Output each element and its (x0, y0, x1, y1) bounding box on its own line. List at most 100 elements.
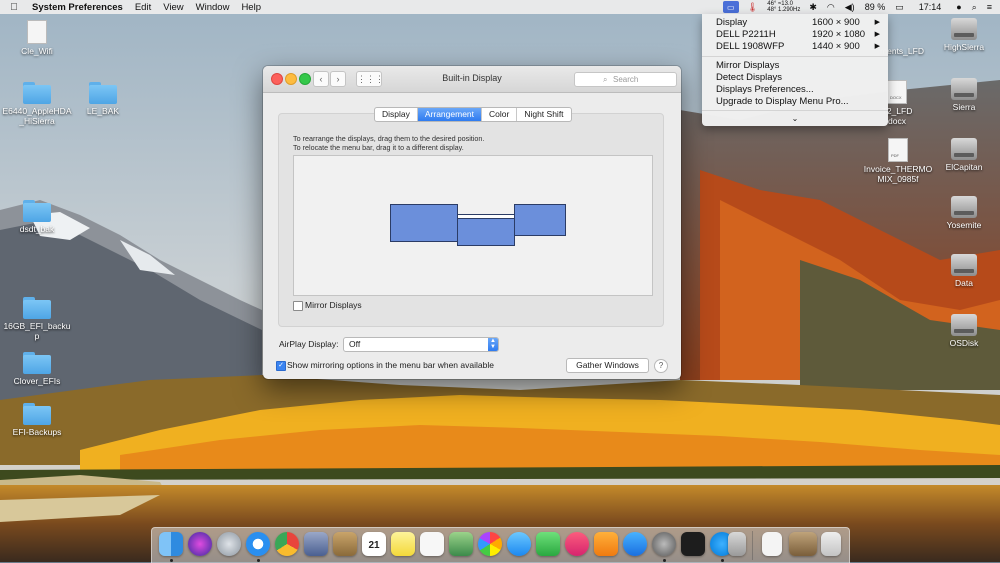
desktop-disk-osdisk[interactable]: OSDisk (929, 314, 999, 348)
battery-percent[interactable]: 89 % (860, 2, 891, 12)
menu-displays-preferences[interactable]: Displays Preferences... (716, 83, 882, 95)
dock-separator (752, 531, 753, 560)
help-button[interactable]: ? (654, 359, 668, 373)
desktop-icon-label: EFI-Backups (12, 427, 62, 437)
menu-bar:  System Preferences Edit View Window He… (0, 0, 1000, 14)
menu-scroll-more-icon[interactable]: ⌄ (702, 114, 888, 123)
desktop-folder-le-bak[interactable]: LE_BAK (68, 82, 138, 116)
menu-detect-displays[interactable]: Detect Displays (716, 71, 882, 83)
safari-icon[interactable] (246, 532, 270, 556)
reminders-icon[interactable] (420, 532, 444, 556)
photos-icon[interactable] (478, 532, 502, 556)
facetime-icon[interactable] (536, 532, 560, 556)
display-name: Display (716, 16, 748, 28)
menu-upgrade-pro[interactable]: Upgrade to Display Menu Pro... (716, 95, 882, 107)
volume-icon[interactable]: ◀) (840, 2, 860, 13)
desktop-disk-sierra[interactable]: Sierra (929, 78, 999, 112)
desktop-disk-yosemite[interactable]: Yosemite (929, 196, 999, 230)
battery-icon[interactable]: ▭ (890, 2, 909, 13)
displays-preferences-window: ‹ › ⋮⋮⋮ Built-in Display ⌕ Search To rea… (263, 66, 681, 379)
desktop-disk-elcapitan[interactable]: ElCapitan (929, 138, 999, 172)
calendar-icon[interactable]: 21 (362, 532, 386, 556)
desktop-folder-efi-backups[interactable]: EFI-Backups (2, 403, 72, 437)
ibooks-icon[interactable] (594, 532, 618, 556)
mirror-displays-checkbox[interactable] (293, 301, 303, 311)
display-arrangement-area[interactable] (293, 155, 653, 296)
messages-icon[interactable] (507, 532, 531, 556)
tab-arrangement[interactable]: Arrangement (417, 108, 483, 121)
display-menu-item-dell-1908wfp[interactable]: DELL 1908WFP 1440 × 900 ▶ (716, 40, 882, 52)
tab-display[interactable]: Display (375, 108, 418, 121)
menu-mirror-displays[interactable]: Mirror Displays (716, 59, 882, 71)
menu-help[interactable]: Help (235, 2, 267, 13)
folder-icon (23, 82, 51, 104)
status-area: ▭ 🌡 46° ≈13.0 48° 1.290Hz ✱ ◠ ◀) 89 % ▭ … (722, 0, 1000, 14)
display-block-main[interactable] (457, 214, 515, 246)
thermometer-icon[interactable]: 🌡 (742, 2, 763, 13)
folder-icon (23, 352, 51, 374)
maps-icon[interactable] (449, 532, 473, 556)
notification-center-icon[interactable]: ≡ (982, 2, 1000, 12)
utility-app-icon[interactable] (728, 532, 746, 556)
launchpad-icon[interactable] (217, 532, 241, 556)
menu-app-name[interactable]: System Preferences (28, 2, 129, 13)
desktop-icon-label: HighSierra (943, 42, 985, 52)
itunes-icon[interactable] (565, 532, 589, 556)
preview-icon[interactable] (304, 532, 328, 556)
display-menu-item-dell-p2211h[interactable]: DELL P2211H 1920 × 1080 ▶ (716, 28, 882, 40)
desktop-icon-label: Yosemite (946, 220, 982, 230)
desktop-file-invoice[interactable]: PDF Invoice_THERMOMIX_0985f (862, 138, 934, 184)
search-field[interactable]: ⌕ Search (574, 72, 677, 87)
display-resolution: 1600 × 900 (812, 16, 860, 28)
desktop-folder-16gb-efi[interactable]: 16GB_EFI_backup (2, 297, 72, 341)
folder-icon (23, 200, 51, 222)
desktop-icon-label: Data (955, 278, 973, 288)
contacts-icon[interactable] (333, 532, 357, 556)
wifi-icon[interactable]: ◠ (822, 2, 840, 13)
hard-disk-icon (951, 254, 977, 276)
display-block-right[interactable] (514, 204, 566, 236)
desktop-folder-e6440[interactable]: E6440_AppleHDA_HiSierra (2, 82, 72, 126)
search-spotlight-icon[interactable]: ⌕ (967, 2, 982, 13)
trash-icon[interactable] (821, 532, 841, 556)
display-block-left[interactable] (390, 204, 458, 242)
apple-menu-icon[interactable]:  (0, 2, 28, 13)
system-preferences-icon[interactable] (652, 532, 676, 556)
show-mirroring-checkbox[interactable]: ✓ (276, 361, 286, 371)
window-titlebar[interactable]: ‹ › ⋮⋮⋮ Built-in Display ⌕ Search (263, 66, 681, 93)
terminal-icon[interactable] (681, 532, 705, 556)
desktop-disk-data[interactable]: Data (929, 254, 999, 288)
desktop-folder-dsdt-bak[interactable]: dsdt_bak (2, 200, 72, 234)
calendar-day: 21 (368, 540, 380, 551)
search-icon: ⌕ (603, 75, 608, 84)
tab-bar: Display Arrangement Color Night Shift (374, 107, 572, 122)
menu-view[interactable]: View (157, 2, 189, 13)
document-stack-icon[interactable] (762, 532, 782, 556)
menu-window[interactable]: Window (190, 2, 236, 13)
temperature-readout[interactable]: 46° ≈13.0 48° 1.290Hz (763, 1, 804, 13)
app-store-icon[interactable] (623, 532, 647, 556)
notes-icon[interactable] (391, 532, 415, 556)
hard-disk-icon (951, 138, 977, 160)
bluetooth-icon[interactable]: ✱ (804, 2, 822, 13)
display-menu-item-display[interactable]: Display 1600 × 900 ▶ (716, 16, 882, 28)
user-icon[interactable]: ● (951, 2, 966, 12)
airplay-display-popup[interactable]: Off ▲ ▼ (343, 337, 499, 352)
finder-icon[interactable] (159, 532, 183, 556)
tab-color[interactable]: Color (482, 108, 518, 121)
downloads-stack-icon[interactable] (789, 532, 817, 556)
file-type-tag: PDF (891, 153, 899, 158)
desktop-disk-highsierra[interactable]: HighSierra (929, 18, 999, 52)
siri-icon[interactable] (188, 532, 212, 556)
desktop-icon-label: Clover_EFIs (13, 376, 61, 386)
chrome-icon[interactable] (275, 532, 299, 556)
menu-bar-indicator[interactable] (458, 215, 514, 219)
gather-windows-button[interactable]: Gather Windows (566, 358, 649, 373)
desktop-folder-clover-efis[interactable]: Clover_EFIs (2, 352, 72, 386)
menu-edit[interactable]: Edit (129, 2, 157, 13)
display-resolution: 1920 × 1080 (812, 28, 866, 40)
display-menu-status-icon[interactable]: ▭ (722, 1, 739, 13)
clock[interactable]: 17:14 (909, 2, 952, 12)
tab-night-shift[interactable]: Night Shift (517, 108, 570, 121)
desktop-file-cle-wifi[interactable]: Cle_Wifi (2, 20, 72, 56)
